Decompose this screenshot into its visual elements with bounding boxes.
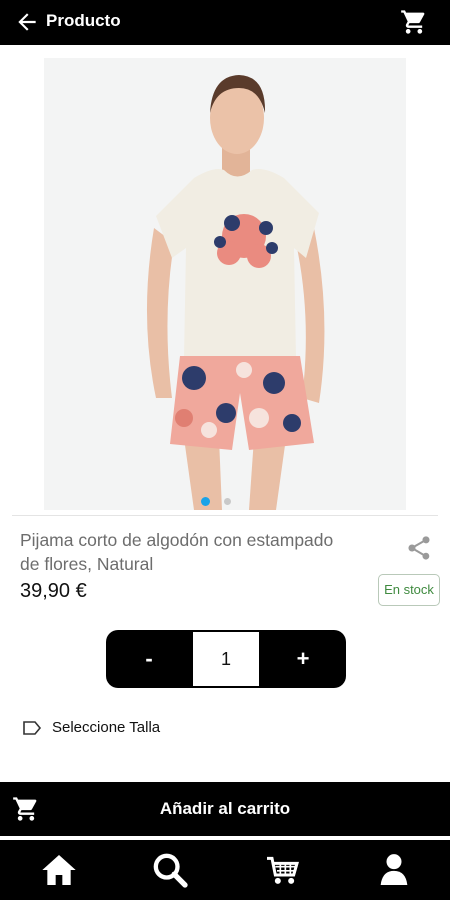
gallery-dot-active[interactable] — [201, 497, 210, 506]
home-icon[interactable] — [39, 850, 79, 890]
product-photo[interactable] — [44, 58, 406, 510]
product-photo-illustration — [44, 58, 406, 510]
quantity-stepper: - 1 + — [106, 630, 346, 688]
add-to-cart-label: Añadir al carrito — [159, 799, 291, 818]
gallery-dot[interactable] — [224, 498, 231, 505]
quantity-value[interactable]: 1 — [193, 632, 259, 686]
bottom-navigation — [0, 840, 450, 900]
divider — [12, 515, 438, 516]
share-icon[interactable] — [405, 534, 433, 562]
cart-icon[interactable] — [400, 8, 428, 36]
size-selector-label: Seleccione Talla — [52, 719, 161, 736]
add-to-cart-button[interactable]: Añadir al carrito — [0, 782, 450, 836]
arrow-left-icon[interactable] — [14, 9, 40, 35]
product-price: 39,90 € — [20, 580, 87, 602]
search-icon[interactable] — [150, 850, 190, 890]
increase-quantity-button[interactable]: + — [260, 630, 346, 688]
top-app-bar: Producto — [0, 0, 450, 45]
product-name: Pijama corto de algodón con estampado de… — [20, 530, 334, 574]
decrease-quantity-button[interactable]: - — [106, 630, 192, 688]
page-title: Producto — [46, 11, 121, 30]
user-icon[interactable] — [374, 850, 414, 890]
cart-icon[interactable] — [262, 850, 302, 890]
tag-icon — [23, 721, 42, 735]
product-image-gallery[interactable] — [0, 45, 450, 515]
gallery-pagination — [0, 497, 450, 509]
stock-badge: En stock — [378, 574, 440, 606]
